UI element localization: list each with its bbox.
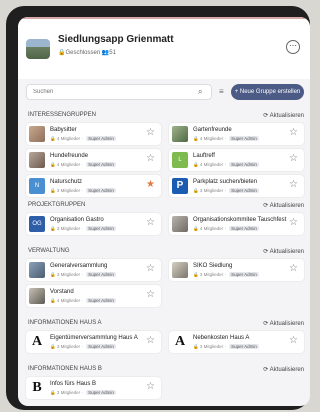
section-informationen-haus-b: INFORMATIONEN HAUS B ⟳ Aktualisieren B I… [26,363,304,403]
group-meta: 🔒 3 Mitglieder · Super Admin [50,226,116,231]
group-card[interactable]: Organisationskommitee Tauschfest 🔒 4 Mit… [169,213,304,235]
group-image [29,126,45,142]
app-header: Siedlungsapp Grienmatt 🔒Geschlossen 👥51 … [18,17,310,79]
more-options-button[interactable]: ⋯ [286,40,300,54]
star-icon[interactable]: ☆ [289,153,298,165]
group-name: Parkplatz suchen/bieten [193,179,258,185]
refresh-button[interactable]: ⟳ Aktualisieren [263,248,304,255]
group-image [29,288,45,304]
group-card[interactable]: P Parkplatz suchen/bieten 🔒 3 Mitglieder… [169,175,304,197]
group-image: B [29,380,45,396]
group-card[interactable]: SIKO Siedlung 🔒 3 Mitglieder · Super Adm… [169,259,304,281]
app-cover-image [26,39,50,59]
group-meta: 🔒 4 Mitglieder · Super Admin [50,162,116,167]
refresh-button[interactable]: ⟳ Aktualisieren [263,366,304,373]
group-meta: 🔒 4 Mitglieder · Super Admin [193,136,259,141]
section-interessengruppen: INTERESSENGRUPPEN ⟳ Aktualisieren Babysi… [26,109,304,197]
group-name: Infos fürs Haus B [50,381,97,387]
group-meta: 🔒 4 Mitglieder · Super Admin [193,162,259,167]
star-icon[interactable]: ☆ [146,153,155,165]
refresh-button[interactable]: ⟳ Aktualisieren [263,320,304,327]
star-icon[interactable]: ☆ [289,263,298,275]
group-card[interactable]: B Infos fürs Haus B 🔒 3 Mitglieder · Sup… [26,377,161,399]
group-name: Vorstand [50,289,74,295]
star-icon[interactable]: ☆ [146,289,155,301]
section-title: VERWALTUNG [28,248,70,254]
toolbar: ⌕ ≡ + Neue Gruppe erstellen [18,77,310,105]
group-name: SIKO Siedlung [193,263,233,269]
group-name: Hundefreunde [50,153,89,159]
group-name: Naturschutz [50,179,83,185]
star-icon[interactable]: ☆ [146,217,155,229]
star-icon[interactable]: ☆ [289,179,298,191]
group-image: P [172,178,188,194]
group-image [172,216,188,232]
group-name: Babysitter [50,127,77,133]
star-icon[interactable]: ☆ [289,127,298,139]
app-screen: Siedlungsapp Grienmatt 🔒Geschlossen 👥51 … [18,17,310,406]
group-image: OG [29,216,45,232]
group-meta: 🔒 4 Mitglieder · Super Admin [50,136,116,141]
group-card[interactable]: OG Organisation Gastro 🔒 3 Mitglieder · … [26,213,161,235]
group-card[interactable]: N Naturschutz 🔒 3 Mitglieder · Super Adm… [26,175,161,197]
group-meta: 🔒 3 Mitglieder · Super Admin [50,344,116,349]
group-meta: 🔒 3 Mitglieder · Super Admin [50,272,116,277]
group-name: Nebenkosten Haus A [193,335,250,341]
device-frame: Siedlungsapp Grienmatt 🔒Geschlossen 👥51 … [6,6,310,410]
group-image: L [172,152,188,168]
group-meta: 🔒 3 Mitglieder · Super Admin [50,188,116,193]
group-meta: 🔒 3 Mitglieder · Super Admin [50,390,116,395]
group-meta: 🔒 4 Mitglieder · Super Admin [50,298,116,303]
section-title: INFORMATIONEN HAUS B [28,366,102,372]
star-icon[interactable]: ☆ [289,217,298,229]
group-name: Organisation Gastro [50,217,104,223]
group-image [29,152,45,168]
section-title: PROJEKTGRUPPEN [28,202,86,208]
group-meta: 🔒 3 Mitglieder · Super Admin [193,188,259,193]
star-icon[interactable]: ☆ [146,335,155,347]
section-verwaltung: VERWALTUNG ⟳ Aktualisieren Generalversam… [26,245,304,311]
group-image: A [29,334,45,350]
group-meta: 🔒 3 Mitglieder · Super Admin [193,344,259,349]
app-title: Siedlungsapp Grienmatt [58,34,174,45]
group-meta: 🔒 4 Mitglieder · Super Admin [193,226,259,231]
group-name: Generalversammlung [50,263,108,269]
section-title: INFORMATIONEN HAUS A [28,320,102,326]
group-meta: 🔒 3 Mitglieder · Super Admin [193,272,259,277]
search-input[interactable] [26,84,212,100]
star-icon[interactable]: ☆ [146,127,155,139]
group-card[interactable]: A Eigentümerversammlung Haus A 🔒 3 Mitgl… [26,331,161,353]
star-icon[interactable]: ☆ [146,263,155,275]
refresh-button[interactable]: ⟳ Aktualisieren [263,112,304,119]
section-informationen-haus-a: INFORMATIONEN HAUS A ⟳ Aktualisieren A E… [26,317,304,357]
group-name: Organisationskommitee Tauschfest [193,217,287,223]
group-card[interactable]: Babysitter 🔒 4 Mitglieder · Super Admin … [26,123,161,145]
group-name: Eigentümerversammlung Haus A [50,335,138,341]
app-meta: 🔒Geschlossen 👥51 [58,50,116,56]
group-card[interactable]: Gartenfreunde 🔒 4 Mitglieder · Super Adm… [169,123,304,145]
group-name: Gartenfreunde [193,127,232,133]
section-title: INTERESSENGRUPPEN [28,112,97,118]
filter-icon[interactable]: ≡ [219,87,224,96]
star-icon[interactable]: ★ [146,179,155,191]
group-name: Lauftreff [193,153,215,159]
refresh-button[interactable]: ⟳ Aktualisieren [263,202,304,209]
search-icon[interactable]: ⌕ [198,87,202,97]
group-image [172,126,188,142]
group-card[interactable]: Hundefreunde 🔒 4 Mitglieder · Super Admi… [26,149,161,171]
group-card[interactable]: L Lauftreff 🔒 4 Mitglieder · Super Admin… [169,149,304,171]
new-group-button[interactable]: + Neue Gruppe erstellen [231,84,304,100]
group-card[interactable]: A Nebenkosten Haus A 🔒 3 Mitglieder · Su… [169,331,304,353]
star-icon[interactable]: ☆ [289,335,298,347]
group-card[interactable]: Generalversammlung 🔒 3 Mitglieder · Supe… [26,259,161,281]
section-projektgruppen: PROJEKTGRUPPEN ⟳ Aktualisieren OG Organi… [26,199,304,239]
group-image: N [29,178,45,194]
group-image: A [172,334,188,350]
group-image [172,262,188,278]
group-card[interactable]: Vorstand 🔒 4 Mitglieder · Super Admin ☆ [26,285,161,307]
group-image [29,262,45,278]
star-icon[interactable]: ☆ [146,381,155,393]
